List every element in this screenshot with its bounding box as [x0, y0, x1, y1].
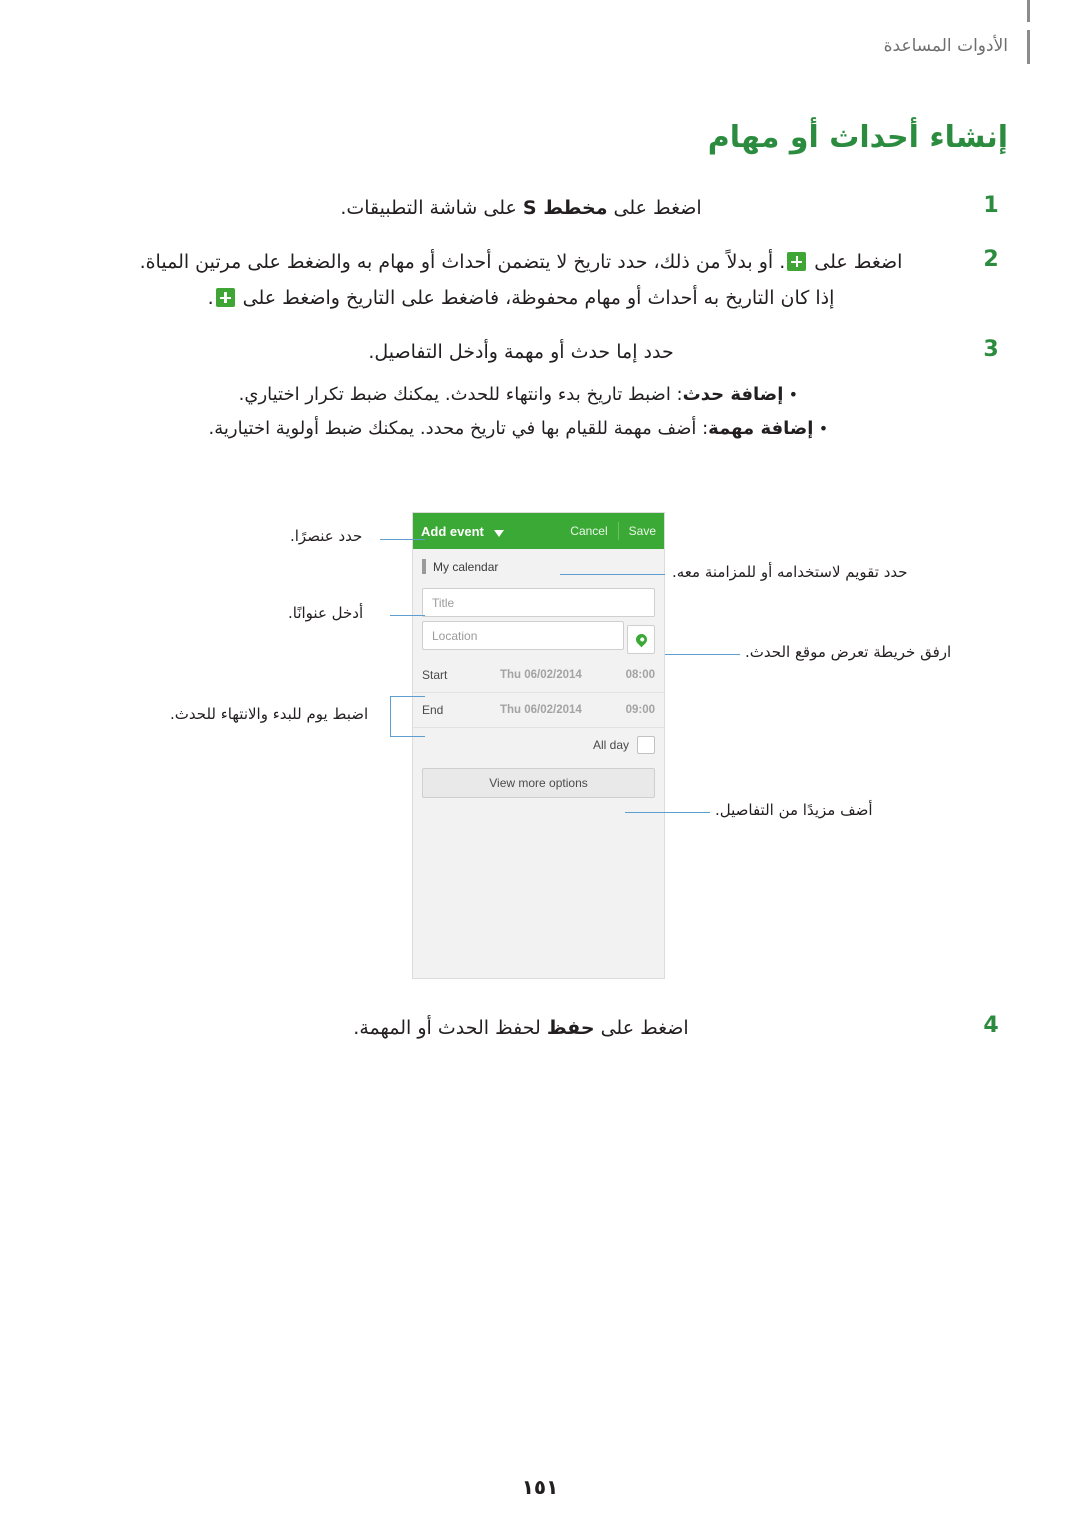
location-input[interactable]: Location	[422, 621, 624, 650]
phone-screen: Add event Cancel Save My calendar Title …	[412, 512, 665, 979]
step-number: 1	[983, 193, 999, 218]
step2-line2: إذا كان التاريخ به أحداث أو مهام محفوظة،…	[68, 280, 974, 316]
end-row[interactable]: End Thu 06/02/2014 09:00	[413, 693, 664, 728]
callout-calendar-use: حدد تقويم لاستخدامه أو للمزامنة معه.	[672, 563, 908, 581]
step2-l1-part2: . أو بدلاً من ذلك، حدد تاريخ لا يتضمن أح…	[139, 251, 786, 273]
step1-part3: على شاشة التطبيقات.	[340, 197, 523, 219]
start-row[interactable]: Start Thu 06/02/2014 08:00	[413, 658, 664, 693]
leader-line-title	[390, 615, 425, 616]
section-label: الأدوات المساعدة	[883, 36, 1008, 56]
step-number: 3	[983, 337, 999, 362]
bullet1-bold: إضافة حدث	[682, 384, 784, 405]
step4-part3: لحفظ الحدث أو المهمة.	[353, 1017, 547, 1039]
map-pin-button[interactable]	[627, 625, 655, 654]
step-number: 2	[983, 247, 999, 272]
callout-attach-map: ارفق خريطة تعرض موقع الحدث.	[745, 643, 952, 661]
cancel-button[interactable]: Cancel	[570, 524, 607, 538]
bullet2-rest: : أضف مهمة للقيام بها في تاريخ محدد. يمك…	[208, 418, 709, 439]
leader-line-calendar	[560, 574, 665, 575]
calendar-name: My calendar	[433, 559, 499, 574]
divider	[617, 522, 619, 540]
plus-icon	[215, 288, 235, 307]
bullet2-bold: إضافة مهمة	[708, 418, 814, 439]
step-text: حدد إما حدث أو مهمة وأدخل التفاصيل. • إض…	[68, 334, 974, 446]
location-pin-icon	[633, 631, 649, 648]
step1-bold: مخطط S	[522, 197, 608, 219]
view-more-options-button[interactable]: View more options	[422, 768, 655, 798]
header-rule	[68, 0, 1080, 5]
save-button[interactable]: Save	[629, 524, 656, 538]
app-top-bar: Add event Cancel Save	[413, 513, 664, 549]
step2-l2-part2: .	[207, 287, 214, 309]
step4-part1: اضغط على	[594, 1017, 689, 1039]
bullet-item: • إضافة مهمة: أضف مهمة للقيام بها في تار…	[68, 412, 974, 446]
leader-line-dates-vertical	[390, 696, 391, 737]
steps-list: 1 اضغط على مخطط S على شاشة التطبيقات. 2 …	[68, 190, 1008, 464]
step-1: 1 اضغط على مخطط S على شاشة التطبيقات.	[68, 190, 1008, 226]
step1-part1: اضغط على	[607, 197, 702, 219]
step-text: اضغط على . أو بدلاً من ذلك، حدد تاريخ لا…	[68, 244, 974, 316]
leader-line-location	[665, 654, 740, 655]
plus-icon	[787, 252, 807, 271]
step-3: 3 حدد إما حدث أو مهمة وأدخل التفاصيل. • …	[68, 334, 1008, 446]
end-date[interactable]: Thu 06/02/2014	[500, 704, 611, 716]
bullet-text: إضافة حدث: اضبط تاريخ بدء وانتهاء للحدث.…	[239, 378, 784, 412]
leader-line-viewmore	[625, 812, 710, 813]
leader-line-element-type	[380, 539, 425, 540]
bullet-dot: •	[818, 419, 829, 438]
step3-line: حدد إما حدث أو مهمة وأدخل التفاصيل.	[368, 341, 674, 363]
leader-line-dates-bottom	[390, 736, 425, 737]
title-input[interactable]: Title	[422, 588, 655, 617]
all-day-label: All day	[592, 738, 629, 752]
step-number: 4	[983, 1013, 999, 1038]
all-day-row[interactable]: All day	[413, 728, 664, 758]
bullet-item: • إضافة حدث: اضبط تاريخ بدء وانتهاء للحد…	[68, 378, 974, 412]
top-bar-actions: Cancel Save	[570, 522, 656, 540]
bullet1-rest: : اضبط تاريخ بدء وانتهاء للحدث. يمكنك ضب…	[238, 384, 683, 405]
leader-line-dates-top	[390, 696, 425, 697]
location-row: Location	[413, 621, 664, 654]
end-label: End	[422, 703, 444, 717]
page-title: إنشاء أحداث أو مهام	[707, 120, 1008, 155]
callout-set-dates: اضبط يوم للبدء والانتهاء للحدث.	[170, 705, 369, 723]
bullet-text: إضافة مهمة: أضف مهمة للقيام بها في تاريخ…	[209, 412, 814, 446]
app-title-group[interactable]: Add event	[421, 524, 504, 539]
view-more-label: View more options	[489, 776, 588, 790]
step2-line1: اضغط على . أو بدلاً من ذلك، حدد تاريخ لا…	[68, 244, 974, 280]
page-number: ١٥١	[521, 1475, 559, 1499]
header-side-tick	[1027, 30, 1030, 64]
callout-element-type: حدد عنصرًا.	[290, 527, 363, 545]
callout-more-details: أضف مزيدًا من التفاصيل.	[715, 801, 873, 819]
step-2: 2 اضغط على . أو بدلاً من ذلك، حدد تاريخ …	[68, 244, 1008, 316]
bullet-dot: •	[788, 385, 799, 404]
step4-bold: حفظ	[546, 1017, 595, 1039]
start-time[interactable]: 08:00	[611, 669, 655, 681]
start-date[interactable]: Thu 06/02/2014	[500, 669, 611, 681]
location-placeholder: Location	[432, 628, 478, 643]
page-header: الأدوات المساعدة	[0, 0, 1080, 80]
start-label: Start	[422, 668, 448, 682]
phone-illustration: Add event Cancel Save My calendar Title …	[0, 512, 1080, 982]
all-day-checkbox[interactable]	[637, 736, 655, 754]
calendar-selector[interactable]: My calendar	[413, 549, 664, 584]
step-text: اضغط على مخطط S على شاشة التطبيقات.	[68, 190, 974, 226]
add-event-label: Add event	[421, 523, 484, 539]
calendar-color-chip	[422, 559, 426, 574]
step2-l2-part1: إذا كان التاريخ به أحداث أو مهام محفوظة،…	[236, 287, 835, 309]
step-text: اضغط على حفظ لحفظ الحدث أو المهمة.	[68, 1010, 974, 1046]
header-top-tick	[1027, 0, 1030, 22]
step2-l1-part1: اضغط على	[808, 251, 903, 273]
end-time[interactable]: 09:00	[611, 704, 655, 716]
callout-enter-title: أدخل عنوانًا.	[288, 604, 364, 622]
step3-bullets: • إضافة حدث: اضبط تاريخ بدء وانتهاء للحد…	[68, 378, 974, 446]
step-4: 4 اضغط على حفظ لحفظ الحدث أو المهمة.	[68, 1010, 1008, 1046]
chevron-down-icon[interactable]	[493, 529, 504, 537]
title-placeholder: Title	[432, 595, 455, 610]
